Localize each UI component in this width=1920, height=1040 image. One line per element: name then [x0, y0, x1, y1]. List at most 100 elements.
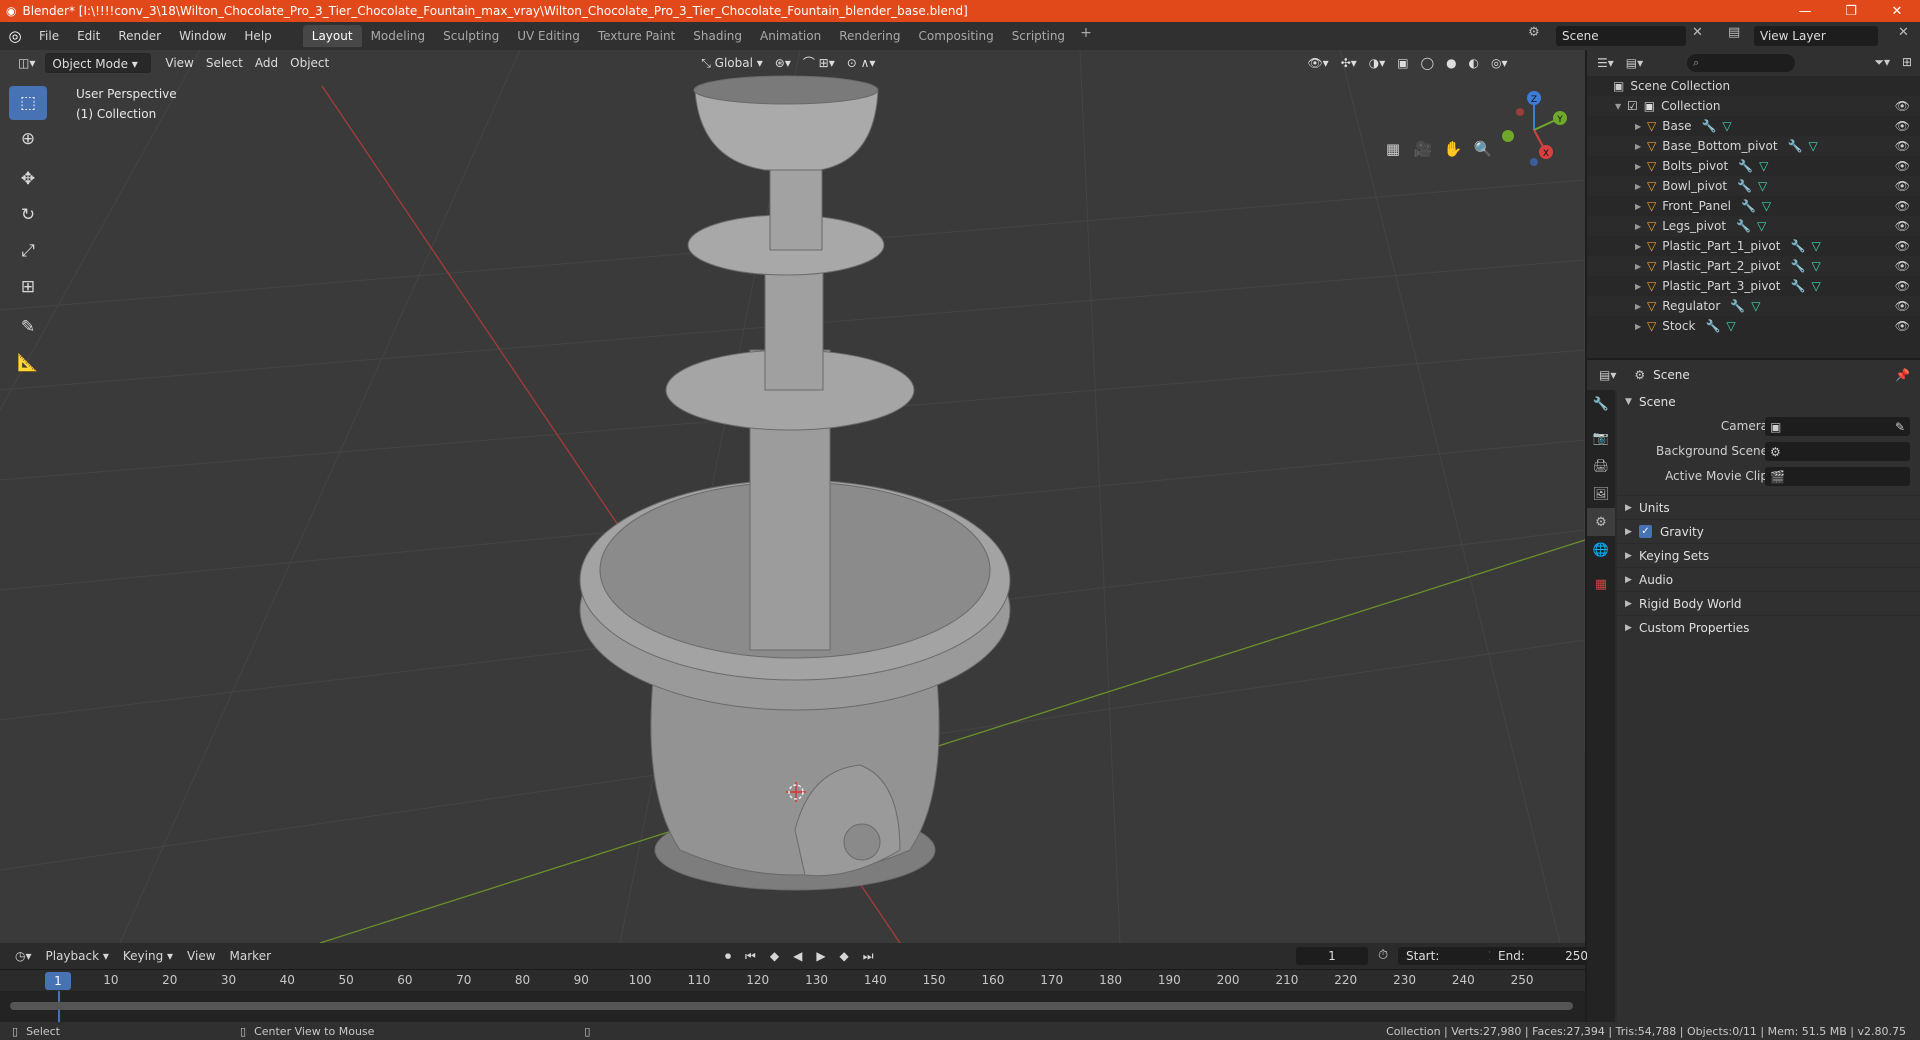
mesh-data-icon[interactable]: ▽	[1726, 319, 1735, 333]
prev-keyframe-icon[interactable]: ◆	[763, 949, 786, 963]
gravity-panel[interactable]: ▶ ✓ Gravity	[1617, 519, 1920, 543]
properties-editor-type-icon[interactable]: ▤▾	[1599, 368, 1616, 382]
tab-animation[interactable]: Animation	[751, 25, 830, 47]
play-reverse-icon[interactable]: ◀	[786, 949, 809, 963]
visibility-eye-icon[interactable]: 👁	[1895, 179, 1910, 193]
modifier-icon[interactable]: 🔧	[1790, 279, 1805, 293]
outliner-object-row[interactable]: ▶ ▽ Plastic_Part_2_pivot 🔧 ▽ 👁	[1587, 256, 1920, 276]
tab-uv-editing[interactable]: UV Editing	[508, 25, 589, 47]
timeline-editor-type-icon[interactable]: ◷▾	[8, 949, 39, 963]
rotate-tool-icon[interactable]: ↻	[9, 198, 47, 232]
solid-shading-icon[interactable]: ●	[1440, 53, 1462, 73]
menu-file[interactable]: File	[30, 25, 68, 47]
visibility-icon[interactable]: 👁▾	[1301, 53, 1334, 73]
modifier-icon[interactable]: 🔧	[1736, 219, 1751, 233]
outliner-object-row[interactable]: ▶ ▽ Base_Bottom_pivot 🔧 ▽ 👁	[1587, 136, 1920, 156]
editor-type-icon[interactable]: ◫▾	[12, 53, 41, 73]
snap-icon[interactable]: ⌒ ⊞▾	[797, 53, 841, 73]
filter-icon[interactable]: ⏷▾	[1874, 55, 1890, 70]
audio-panel[interactable]: ▶ Audio	[1617, 567, 1920, 591]
expand-caret-icon[interactable]: ▶	[1635, 182, 1647, 191]
scene-selector-icon[interactable]: ⚙	[1528, 25, 1540, 40]
expand-caret-icon[interactable]: ▶	[1635, 222, 1647, 231]
gizmo-toggle-icon[interactable]: ✣▾	[1335, 53, 1363, 73]
expand-caret-icon[interactable]: ▼	[1615, 102, 1627, 111]
texture-tab-icon[interactable]: ▦	[1587, 570, 1615, 598]
render-tab-icon[interactable]: 📷	[1587, 424, 1615, 452]
3d-viewport[interactable]: ◫▾ Object Mode ▾ View Select Add Object …	[0, 50, 1585, 943]
clock-icon[interactable]: ⏱	[1378, 948, 1388, 963]
next-keyframe-icon[interactable]: ◆	[833, 949, 856, 963]
visibility-eye-icon[interactable]: 👁	[1895, 119, 1910, 133]
view-layer-tab-icon[interactable]: 🖼	[1587, 480, 1615, 508]
cursor-tool-icon[interactable]: ⊕	[9, 122, 47, 156]
menu-keying[interactable]: Keying ▾	[116, 949, 180, 963]
display-mode-icon[interactable]: ▤▾	[1626, 56, 1643, 70]
mesh-data-icon[interactable]: ▽	[1811, 239, 1820, 253]
timeline-scrollbar[interactable]	[10, 1002, 1573, 1010]
expand-caret-icon[interactable]: ▶	[1635, 142, 1647, 151]
end-frame-field[interactable]: End: 250	[1490, 947, 1596, 965]
outliner-object-row[interactable]: ▶ ▽ Bowl_pivot 🔧 ▽ 👁	[1587, 176, 1920, 196]
expand-caret-icon[interactable]: ▶	[1635, 122, 1647, 131]
menu-object[interactable]: Object	[284, 53, 335, 73]
view-layer-icon[interactable]: ▤	[1728, 25, 1740, 40]
minimize-button[interactable]: —	[1782, 0, 1828, 22]
tab-shading[interactable]: Shading	[684, 25, 751, 47]
visibility-eye-icon[interactable]: 👁	[1895, 199, 1910, 213]
gravity-checkbox[interactable]: ✓	[1639, 525, 1652, 538]
outliner-object-row[interactable]: ▶ ▽ Front_Panel 🔧 ▽ 👁	[1587, 196, 1920, 216]
mesh-data-icon[interactable]: ▽	[1809, 139, 1818, 153]
menu-help[interactable]: Help	[235, 25, 280, 47]
outliner-editor-type-icon[interactable]: ☰▾	[1597, 56, 1614, 70]
current-frame-field[interactable]: 1	[1296, 947, 1368, 965]
start-frame-field[interactable]: Start:1	[1398, 947, 1504, 965]
expand-caret-icon[interactable]: ▶	[1635, 242, 1647, 251]
custom-properties-panel[interactable]: ▶ Custom Properties	[1617, 615, 1920, 639]
camera-view-icon[interactable]: 🎥	[1410, 136, 1436, 162]
play-icon[interactable]: ▶	[809, 949, 832, 963]
pan-view-icon[interactable]: ✋	[1440, 136, 1466, 162]
remove-scene-icon[interactable]: ✕	[1692, 25, 1703, 40]
expand-caret-icon[interactable]: ▶	[1635, 262, 1647, 271]
units-panel[interactable]: ▶ Units	[1617, 495, 1920, 519]
close-button[interactable]: ✕	[1874, 0, 1920, 22]
world-tab-icon[interactable]: 🌐	[1587, 536, 1615, 564]
mesh-data-icon[interactable]: ▽	[1811, 279, 1820, 293]
modifier-icon[interactable]: 🔧	[1705, 319, 1720, 333]
visibility-eye-icon[interactable]: 👁	[1895, 159, 1910, 173]
modifier-icon[interactable]: 🔧	[1737, 179, 1752, 193]
outliner-object-row[interactable]: ▶ ▽ Plastic_Part_3_pivot 🔧 ▽ 👁	[1587, 276, 1920, 296]
menu-add[interactable]: Add	[249, 53, 284, 73]
current-frame-marker[interactable]: 1	[45, 972, 71, 990]
menu-playback[interactable]: Playback ▾	[39, 949, 116, 963]
move-tool-icon[interactable]: ✥	[9, 162, 47, 196]
view-layer-field[interactable]: View Layer	[1754, 26, 1878, 46]
mesh-data-icon[interactable]: ▽	[1759, 159, 1768, 173]
scene-collection-row[interactable]: ▣ Scene Collection	[1587, 76, 1920, 96]
visibility-eye-icon[interactable]: 👁	[1895, 99, 1910, 113]
scene-panel-header[interactable]: ▼ Scene	[1617, 390, 1920, 414]
tab-modeling[interactable]: Modeling	[362, 25, 435, 47]
modifier-icon[interactable]: 🔧	[1701, 119, 1716, 133]
menu-view[interactable]: View	[159, 53, 199, 73]
orientation-selector[interactable]: ⤡ Global ▾	[695, 53, 769, 73]
annotate-tool-icon[interactable]: ✎	[9, 310, 47, 344]
menu-select[interactable]: Select	[200, 53, 249, 73]
menu-edit[interactable]: Edit	[68, 25, 109, 47]
xray-icon[interactable]: ▣	[1391, 53, 1414, 73]
visibility-eye-icon[interactable]: 👁	[1895, 299, 1910, 313]
output-tab-icon[interactable]: 🖨	[1587, 452, 1615, 480]
grid-view-icon[interactable]: ▦	[1380, 136, 1406, 162]
transform-tool-icon[interactable]: ⊞	[9, 270, 47, 304]
add-workspace-button[interactable]: +	[1074, 25, 1098, 47]
tab-layout[interactable]: Layout	[302, 25, 362, 47]
scene-tab-icon[interactable]: ⚙	[1587, 508, 1615, 536]
scene-name-field[interactable]: Scene	[1556, 26, 1686, 46]
modifier-icon[interactable]: 🔧	[1790, 239, 1805, 253]
mesh-data-icon[interactable]: ▽	[1757, 219, 1766, 233]
movie-clip-field[interactable]: 🎬	[1765, 467, 1910, 486]
modifier-icon[interactable]: 🔧	[1788, 139, 1803, 153]
navigation-gizmo[interactable]: Z Y X	[1490, 86, 1570, 166]
collection-row[interactable]: ▼ ☑ ▣ Collection 👁	[1587, 96, 1920, 116]
